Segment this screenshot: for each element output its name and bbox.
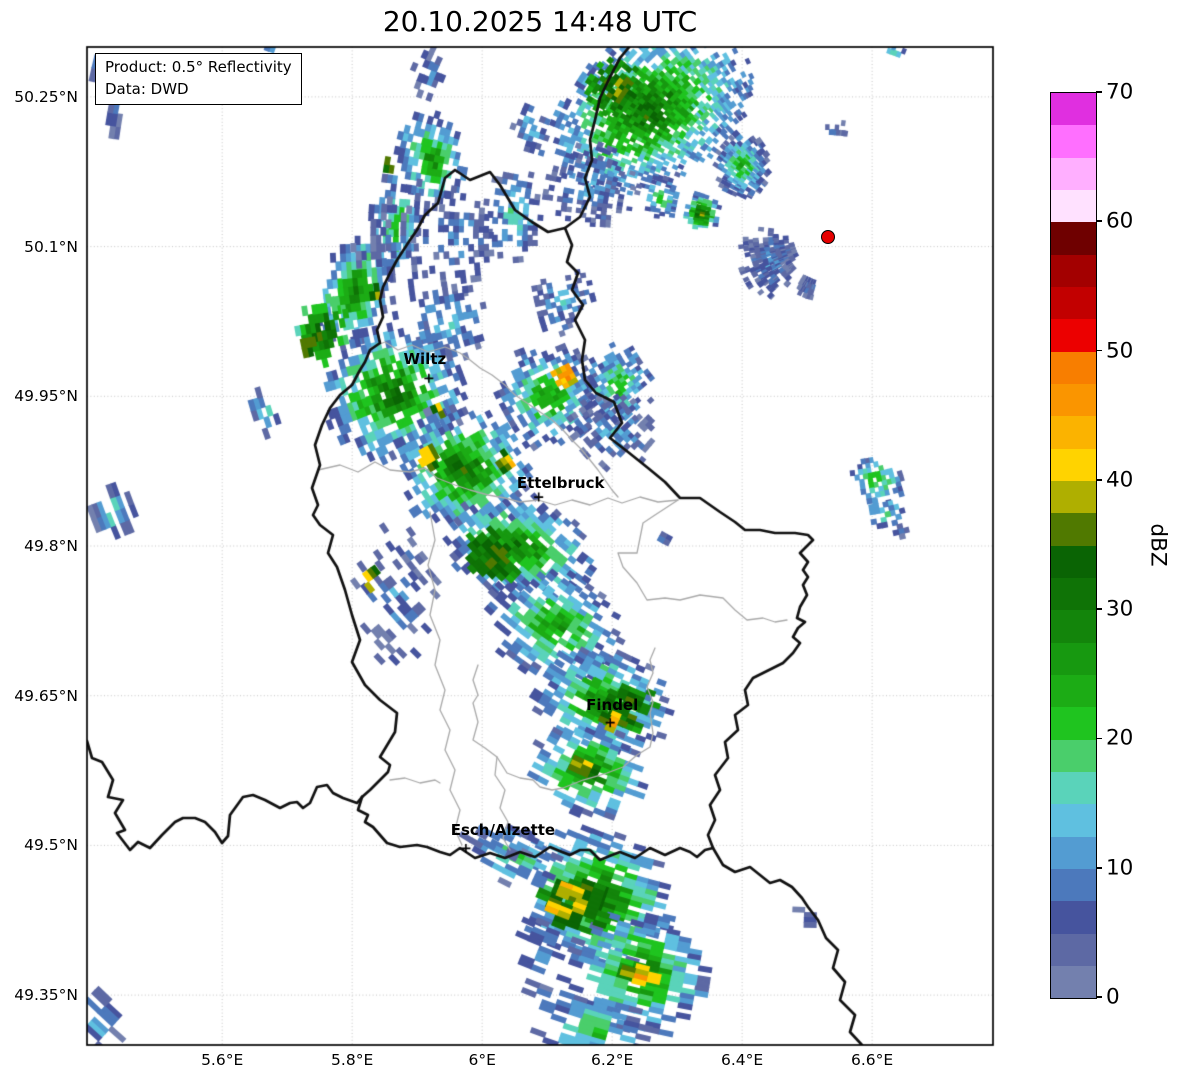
colorbar-segment	[1051, 674, 1096, 708]
colorbar-segment	[1051, 577, 1096, 611]
colorbar-tick-label: 70	[1106, 79, 1134, 105]
x-tick-label: 6.4°E	[721, 1051, 764, 1069]
colorbar-segment	[1051, 189, 1096, 223]
colorbar-segment	[1051, 351, 1096, 384]
colorbar-segment	[1051, 222, 1096, 255]
colorbar-tick-label: 20	[1106, 725, 1134, 751]
colorbar-segment	[1051, 513, 1096, 546]
colorbar-tick-label: 40	[1106, 467, 1134, 493]
colorbar-segment	[1051, 965, 1096, 999]
city-label: Wiltz	[403, 350, 447, 369]
colorbar-segment	[1051, 771, 1096, 805]
colorbar-segment	[1051, 448, 1096, 481]
colorbar-segment	[1051, 707, 1096, 740]
radar-figure: 20.10.2025 14:48 UTC Product: 0.5° Refle…	[0, 0, 1184, 1081]
colorbar-segment	[1051, 93, 1096, 126]
colorbar-segment	[1051, 254, 1096, 287]
colorbar-segment	[1051, 480, 1096, 514]
y-tick-label: 49.35°N	[14, 986, 78, 1005]
city-label: Ettelbruck	[516, 474, 605, 493]
colorbar-tick-label: 60	[1106, 208, 1134, 234]
city-label: Findel	[586, 695, 639, 714]
colorbar-segment	[1051, 383, 1096, 417]
city-label: Esch/Alzette	[450, 821, 556, 840]
figure-title: 20.10.2025 14:48 UTC	[382, 5, 698, 38]
colorbar-segment	[1051, 157, 1096, 190]
x-tick-label: 5.8°E	[331, 1051, 374, 1069]
colorbar-segment	[1051, 610, 1096, 643]
x-tick-label: 6°E	[468, 1051, 496, 1069]
colorbar	[1050, 92, 1097, 999]
y-tick-label: 50.1°N	[24, 237, 78, 256]
colorbar-segment	[1051, 319, 1096, 352]
colorbar-segment	[1051, 642, 1096, 675]
radar-site-marker	[820, 229, 835, 244]
map-canvas	[0, 0, 1184, 1081]
colorbar-segment	[1051, 836, 1096, 869]
colorbar-tick-label: 50	[1106, 338, 1134, 364]
colorbar-axis-label: dBZ	[1145, 522, 1171, 567]
y-tick-label: 49.65°N	[14, 686, 78, 705]
colorbar-tick-label: 30	[1106, 596, 1134, 622]
y-tick-label: 49.5°N	[24, 836, 78, 855]
product-info-box: Product: 0.5° Reflectivity Data: DWD	[95, 53, 302, 105]
colorbar-segment	[1051, 901, 1096, 934]
colorbar-tick-label: 0	[1106, 984, 1120, 1010]
colorbar-segment	[1051, 804, 1096, 837]
y-tick-label: 49.8°N	[24, 537, 78, 555]
colorbar-segment	[1051, 125, 1096, 158]
colorbar-tick-label: 10	[1106, 855, 1134, 881]
colorbar-segment	[1051, 286, 1096, 320]
x-tick-label: 6.2°E	[591, 1051, 634, 1069]
colorbar-segment	[1051, 868, 1096, 902]
data-source-line: Data: DWD	[105, 79, 189, 98]
y-tick-label: 50.25°N	[14, 87, 78, 106]
y-tick-label: 49.95°N	[14, 387, 78, 406]
colorbar-segment	[1051, 739, 1096, 772]
product-line: Product: 0.5° Reflectivity	[105, 58, 292, 76]
x-tick-label: 6.6°E	[851, 1051, 894, 1069]
colorbar-segment	[1051, 416, 1096, 449]
x-tick-label: 5.6°E	[201, 1051, 244, 1069]
colorbar-segment	[1051, 933, 1096, 966]
colorbar-segment	[1051, 545, 1096, 578]
